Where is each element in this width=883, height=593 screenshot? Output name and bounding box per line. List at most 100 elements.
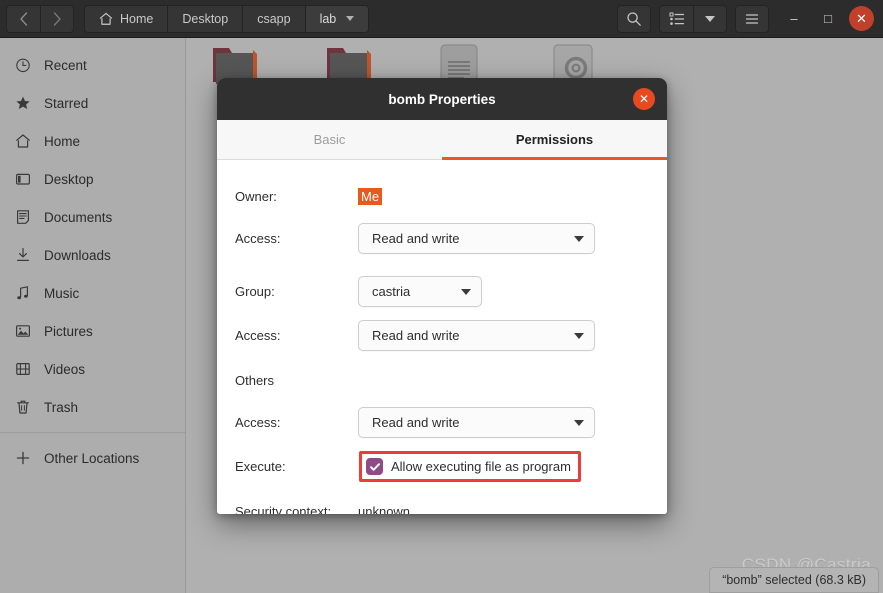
home-icon: [99, 12, 113, 25]
close-label: ✕: [856, 10, 867, 26]
view-mode-controls: [659, 4, 727, 33]
trash-icon: [14, 399, 31, 416]
navigation-buttons: [6, 4, 74, 33]
group-access-row: Access: Read and write: [217, 320, 667, 351]
breadcrumb-item-home[interactable]: Home: [84, 4, 168, 33]
view-options-dropdown[interactable]: [693, 4, 727, 33]
sidebar-item-starred[interactable]: Starred: [0, 84, 185, 122]
hamburger-menu-icon: [745, 13, 759, 24]
chevron-left-icon: [20, 11, 28, 26]
minimize-button[interactable]: –: [777, 3, 811, 35]
breadcrumb-label: Home: [120, 11, 154, 26]
close-icon: ✕: [638, 92, 650, 106]
sidebar-item-label: Videos: [44, 361, 86, 377]
sidebar-item-pictures[interactable]: Pictures: [0, 312, 185, 350]
sidebar-item-home[interactable]: Home: [0, 122, 185, 160]
chevron-down-icon: [574, 419, 584, 426]
execute-row: Execute: Allow executing file as program: [217, 451, 667, 482]
sidebar-item-music[interactable]: Music: [0, 274, 185, 312]
sidebar-item-label: Documents: [44, 209, 113, 225]
allow-execute-label: Allow executing file as program: [391, 459, 571, 474]
owner-access-label: Access:: [235, 231, 281, 246]
tab-permissions[interactable]: Permissions: [442, 120, 667, 160]
others-label: Others: [235, 372, 275, 388]
header-right-controls: – □ ✕: [617, 3, 883, 35]
list-view-button[interactable]: [659, 4, 693, 33]
sidebar-item-recent[interactable]: Recent: [0, 46, 185, 84]
video-film-icon: [14, 361, 31, 378]
group-dropdown[interactable]: castria: [358, 276, 482, 307]
tab-label: Permissions: [515, 132, 594, 147]
group-access-dropdown[interactable]: Read and write: [358, 320, 595, 351]
back-button[interactable]: [6, 4, 40, 33]
execute-annotation-box: Allow executing file as program: [359, 451, 581, 482]
desktop-icon: [14, 171, 31, 188]
sidebar-item-label: Downloads: [44, 247, 111, 263]
others-access-row: Access: Read and write: [217, 407, 667, 438]
dialog-title: bomb Properties: [388, 91, 496, 107]
group-label: Group:: [235, 284, 275, 299]
owner-value: Me: [358, 187, 383, 205]
owner-row: Owner: Me: [217, 182, 667, 210]
search-button[interactable]: [617, 4, 651, 33]
permissions-panel: Owner: Me Access: Read and write Group: …: [217, 160, 667, 514]
sidebar-item-label: Trash: [44, 399, 79, 415]
window-close-button[interactable]: ✕: [849, 6, 874, 31]
sidebar-item-label: Home: [44, 133, 81, 149]
chevron-down-icon: [705, 15, 715, 22]
sidebar-item-other-locations[interactable]: Other Locations: [0, 439, 185, 477]
sidebar-item-videos[interactable]: Videos: [0, 350, 185, 388]
sidebar-item-downloads[interactable]: Downloads: [0, 236, 185, 274]
breadcrumb-label: lab: [319, 11, 337, 26]
breadcrumb-item-csapp[interactable]: csapp: [242, 4, 305, 33]
file-manager-window: Home Desktop csapp lab – □ ✕ Recent Star…: [0, 0, 883, 593]
owner-access-dropdown[interactable]: Read and write: [358, 223, 595, 254]
search-icon: [627, 11, 641, 26]
security-context-label: Security context:: [235, 503, 332, 515]
group-access-label: Access:: [235, 328, 281, 343]
group-access-value: Read and write: [372, 328, 460, 343]
header-bar: Home Desktop csapp lab – □ ✕: [0, 0, 883, 38]
star-icon: [14, 95, 31, 112]
chevron-right-icon: [53, 11, 61, 26]
main-menu-button[interactable]: [735, 4, 769, 33]
status-bar: “bomb” selected (68.3 kB): [709, 567, 879, 593]
sidebar-item-label: Other Locations: [44, 450, 140, 466]
dialog-close-button[interactable]: ✕: [633, 88, 655, 110]
chevron-down-icon: [346, 16, 355, 21]
group-value: castria: [372, 284, 411, 299]
breadcrumb-item-lab[interactable]: lab: [304, 4, 370, 33]
sidebar-item-trash[interactable]: Trash: [0, 388, 185, 426]
breadcrumb-item-desktop[interactable]: Desktop: [167, 4, 243, 33]
forward-button[interactable]: [40, 4, 74, 33]
sidebar: Recent Starred Home Desktop Documents Do…: [0, 38, 186, 593]
sidebar-item-label: Starred: [44, 95, 89, 111]
properties-dialog: bomb Properties ✕ Basic Permissions Owne…: [217, 78, 667, 514]
list-view-icon: [669, 12, 684, 25]
owner-access-value: Read and write: [372, 231, 460, 246]
sidebar-item-label: Pictures: [44, 323, 93, 339]
chevron-down-icon: [574, 235, 584, 242]
breadcrumb-label: csapp: [257, 11, 291, 26]
sidebar-divider: [0, 432, 185, 433]
sidebar-item-desktop[interactable]: Desktop: [0, 160, 185, 198]
maximize-button[interactable]: □: [811, 3, 845, 35]
status-text: “bomb” selected (68.3 kB): [722, 573, 866, 587]
tab-basic[interactable]: Basic: [217, 120, 442, 159]
sidebar-item-label: Recent: [44, 57, 87, 73]
others-access-dropdown[interactable]: Read and write: [358, 407, 595, 438]
sidebar-item-label: Desktop: [44, 171, 94, 187]
home-icon: [14, 133, 31, 150]
clock-icon: [14, 57, 31, 74]
chevron-down-icon: [461, 288, 471, 295]
security-context-value: unknown: [358, 503, 411, 515]
security-context-row: Security context: unknown: [217, 497, 667, 515]
breadcrumb-label: Desktop: [182, 11, 229, 26]
dialog-tabs: Basic Permissions: [217, 120, 667, 160]
sidebar-item-documents[interactable]: Documents: [0, 198, 185, 236]
execute-label: Execute:: [235, 459, 286, 474]
allow-execute-checkbox[interactable]: [366, 458, 383, 475]
